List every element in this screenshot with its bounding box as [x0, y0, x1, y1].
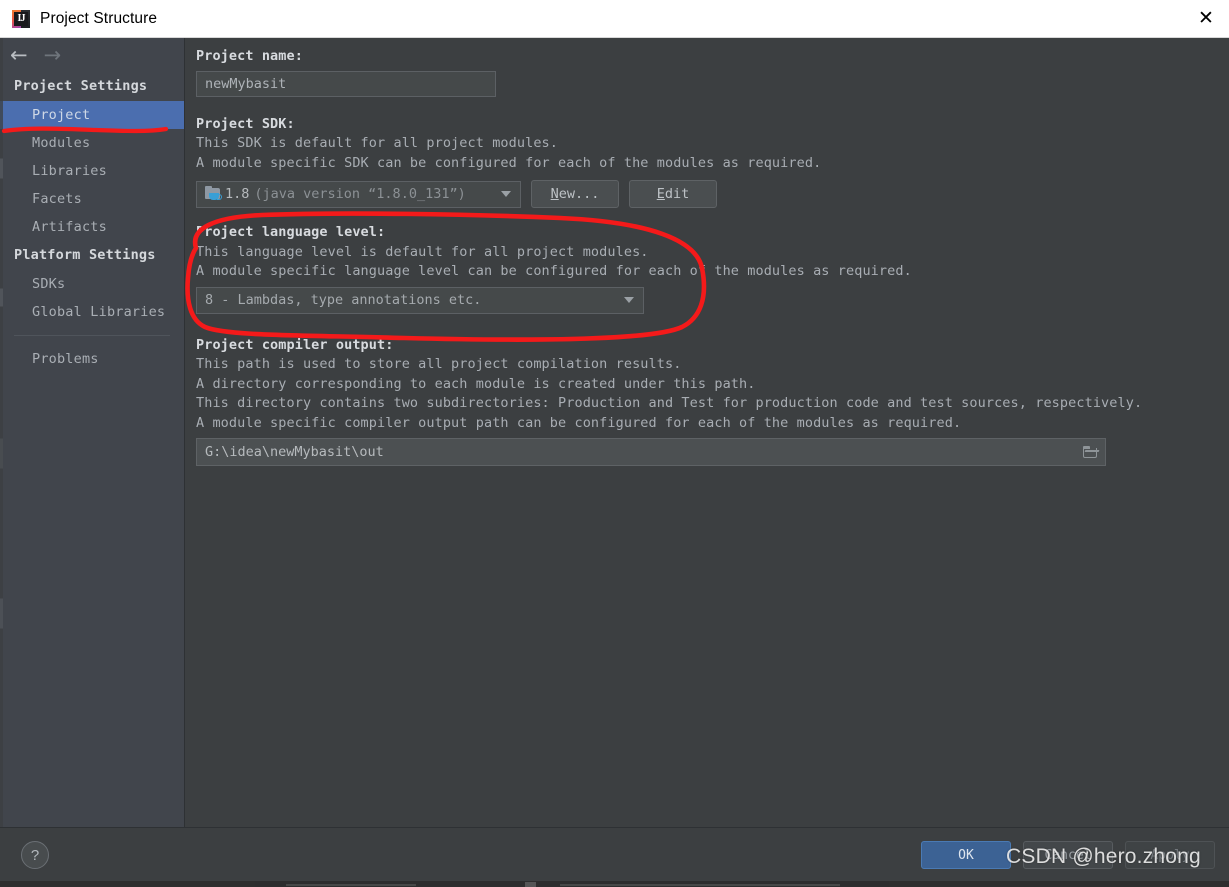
project-name-label: Project name:: [196, 48, 303, 64]
java-sdk-icon: [205, 186, 222, 201]
navigation-arrows: ← →: [0, 38, 184, 72]
project-sdk-controls: 1.8 (java version “1.8.0_131”) New... Ed…: [196, 180, 1229, 208]
new-button-mnemonic: N: [550, 186, 559, 202]
cancel-button[interactable]: Cancel: [1023, 841, 1113, 869]
new-sdk-button[interactable]: New...: [531, 180, 619, 208]
window-title: Project Structure: [40, 9, 158, 27]
project-settings-panel: Project name: newMybasit Project SDK: Th…: [186, 38, 1229, 827]
project-sdk-detail: (java version “1.8.0_131”): [254, 186, 466, 202]
edit-button-rest: dit: [664, 186, 690, 202]
help-button[interactable]: ?: [21, 841, 49, 869]
sidebar-item-artifacts[interactable]: Artifacts: [0, 213, 184, 241]
new-button-rest: ew...: [558, 186, 600, 202]
compiler-output-desc-line3: This directory contains two subdirectori…: [196, 395, 1143, 411]
language-level-desc-line2: A module specific language level can be …: [196, 263, 912, 279]
sidebar-item-global-libraries[interactable]: Global Libraries: [0, 298, 184, 326]
language-level-combobox[interactable]: 8 - Lambdas, type annotations etc.: [196, 286, 644, 314]
compiler-output-desc-line4: A module specific compiler output path c…: [196, 414, 962, 431]
sidebar-item-sdks[interactable]: SDKs: [0, 270, 184, 298]
apply-button[interactable]: Apply: [1125, 841, 1215, 869]
sidebar-item-libraries[interactable]: Libraries: [0, 157, 184, 185]
sidebar-group-platform-settings: Platform Settings: [14, 247, 156, 263]
compiler-output-path: G:\idea\newMybasit\out: [205, 444, 384, 460]
chevron-down-icon: [501, 191, 511, 197]
intellij-idea-icon: IJ: [12, 9, 30, 28]
edit-sdk-button[interactable]: Edit: [629, 180, 717, 208]
project-structure-dialog: IJ Project Structure ✕ ← → Project Setti…: [0, 0, 1229, 887]
language-level-value: 8 - Lambdas, type annotations etc.: [205, 292, 482, 308]
sidebar-group-project-settings: Project Settings: [14, 78, 148, 94]
sidebar-divider: [14, 335, 170, 336]
compiler-output-desc-line2: A directory corresponding to each module…: [196, 375, 756, 392]
compiler-output-desc-line1: This path is used to store all project c…: [196, 356, 682, 372]
project-sdk-desc-line2: A module specific SDK can be configured …: [196, 154, 822, 171]
dialog-action-buttons: OK Cancel Apply: [921, 841, 1215, 869]
sidebar-item-facets[interactable]: Facets: [0, 185, 184, 213]
sidebar-item-modules[interactable]: Modules: [0, 129, 184, 157]
project-sdk-desc-line1: This SDK is default for all project modu…: [196, 135, 559, 151]
sidebar-item-project[interactable]: Project: [0, 101, 184, 129]
sidebar-item-problems[interactable]: Problems: [0, 345, 184, 373]
settings-sidebar: ← → Project Settings Project Modules Lib…: [0, 38, 185, 827]
compiler-output-input[interactable]: G:\idea\newMybasit\out: [196, 438, 1106, 466]
language-level-label: Project language level:: [196, 224, 386, 240]
compiler-output-label: Project compiler output:: [196, 336, 394, 353]
taskbar-sliver: [0, 881, 1229, 887]
project-name-section: Project name: newMybasit: [196, 46, 1229, 97]
project-sdk-section: Project SDK: This SDK is default for all…: [196, 114, 1229, 208]
chevron-down-icon: [624, 297, 634, 303]
language-level-desc-line1: This language level is default for all p…: [196, 243, 649, 260]
forward-arrow-icon[interactable]: →: [44, 44, 62, 66]
project-sdk-label: Project SDK:: [196, 115, 295, 132]
close-icon[interactable]: ✕: [1183, 0, 1229, 37]
compiler-output-section: Project compiler output: This path is us…: [196, 335, 1229, 466]
language-level-section: Project language level: This language le…: [196, 222, 1229, 314]
ok-button[interactable]: OK: [921, 841, 1011, 869]
dialog-footer: ? OK Cancel Apply: [0, 827, 1229, 881]
folder-browse-icon[interactable]: [1082, 445, 1100, 459]
window-title-bar: IJ Project Structure ✕: [0, 0, 1229, 38]
edit-button-mnemonic: E: [656, 186, 665, 202]
back-arrow-icon[interactable]: ←: [10, 44, 28, 66]
project-sdk-combobox[interactable]: 1.8 (java version “1.8.0_131”): [196, 180, 521, 208]
project-sdk-version: 1.8: [225, 186, 250, 202]
project-name-input[interactable]: newMybasit: [196, 70, 496, 97]
window-edge-artifact: [0, 38, 3, 827]
